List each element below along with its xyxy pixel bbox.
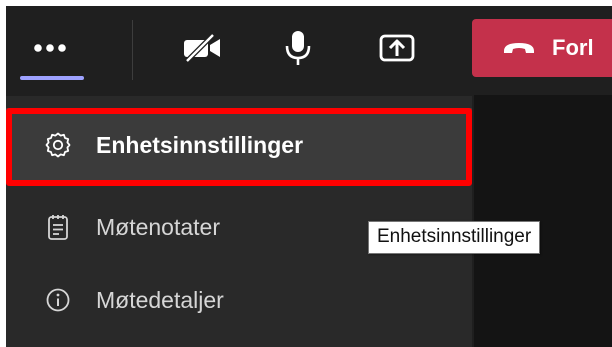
info-icon xyxy=(44,286,72,314)
menu-item-label: Møtedetaljer xyxy=(96,286,224,313)
camera-off-icon xyxy=(181,33,223,63)
share-screen-icon xyxy=(378,31,416,65)
menu-item-label: Møtenotater xyxy=(96,213,220,240)
hang-up-phone-icon xyxy=(502,40,536,56)
teams-meeting-screen: Forl Enhetsinnstillinger Møtenotater Møt… xyxy=(0,0,612,347)
share-screen-button[interactable] xyxy=(370,24,424,72)
leave-button-label: Forl xyxy=(552,35,594,60)
microphone-toggle-button[interactable] xyxy=(274,24,322,72)
menu-item-device-settings[interactable]: Enhetsinnstillinger xyxy=(6,108,472,182)
tooltip: Enhetsinnstillinger xyxy=(368,221,541,254)
microphone-icon xyxy=(284,29,312,67)
menu-item-label: Enhetsinnstillinger xyxy=(96,131,304,158)
gear-icon xyxy=(44,131,72,159)
leave-meeting-button[interactable]: Forl xyxy=(472,19,612,77)
notes-icon xyxy=(44,213,72,241)
toolbar-divider xyxy=(132,20,133,80)
more-horizontal-icon xyxy=(33,43,67,53)
menu-item-meeting-details[interactable]: Møtedetaljer xyxy=(6,263,472,337)
camera-toggle-button[interactable] xyxy=(172,24,232,72)
more-actions-button[interactable] xyxy=(18,24,82,72)
meeting-toolbar: Forl xyxy=(6,6,612,90)
active-tab-indicator xyxy=(20,76,84,80)
